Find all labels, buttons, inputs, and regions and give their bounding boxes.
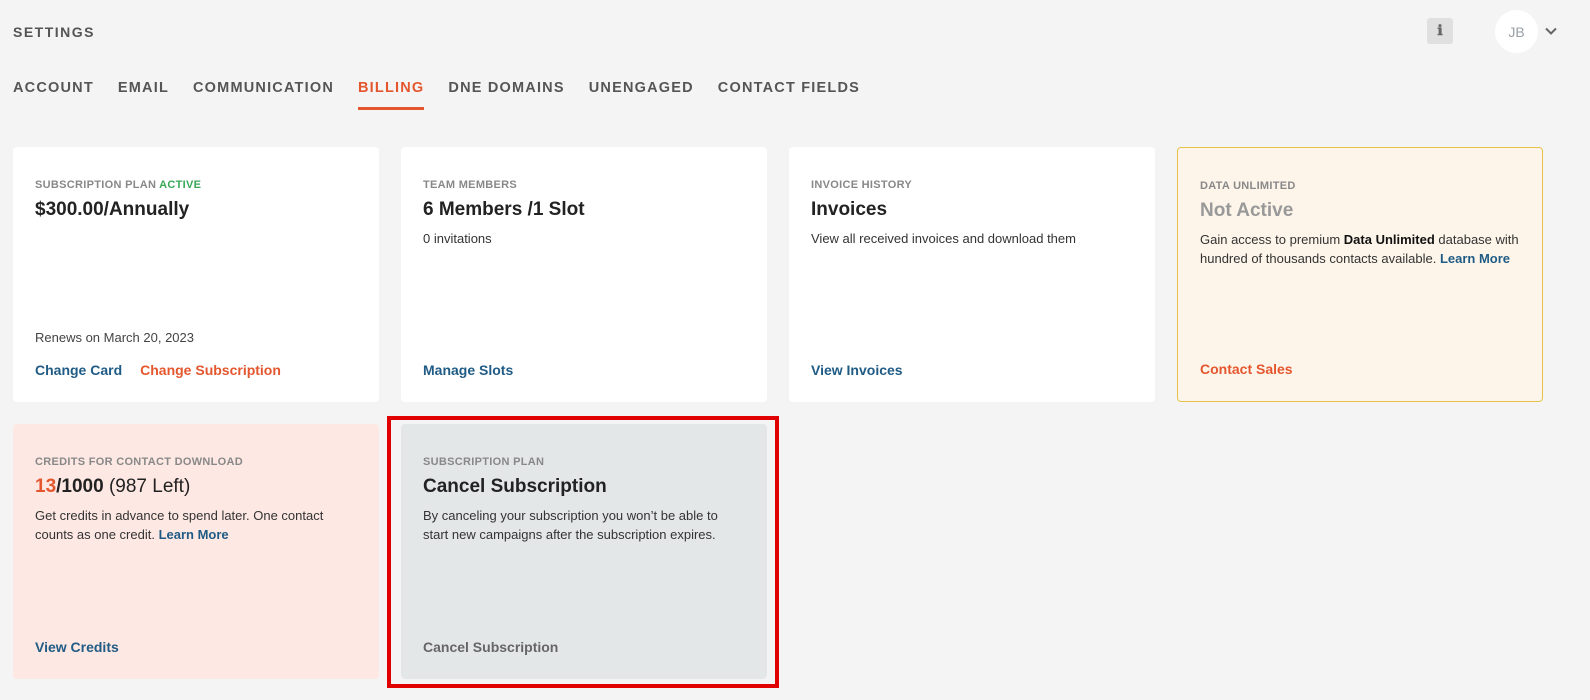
credits-description: Get credits in advance to spend later. O… (35, 508, 324, 542)
tab-contact-fields[interactable]: CONTACT FIELDS (718, 80, 860, 110)
view-credits-link[interactable]: View Credits (35, 639, 119, 655)
invoice-history-card: INVOICE HISTORY Invoices View all receiv… (789, 147, 1155, 402)
card-label: TEAM MEMBERS (423, 179, 518, 191)
tab-email[interactable]: EMAIL (118, 80, 169, 110)
change-subscription-link[interactable]: Change Subscription (140, 362, 281, 378)
page-title: SETTINGS (13, 24, 96, 40)
credits-count: 13/1000 (987 Left) (35, 476, 191, 497)
tab-unengaged[interactable]: UNENGAGED (589, 80, 694, 110)
tab-account[interactable]: ACCOUNT (13, 80, 94, 110)
chevron-down-icon[interactable] (1544, 24, 1558, 38)
data-unlimited-status: Not Active (1200, 200, 1294, 221)
info-button[interactable]: ℹ (1427, 18, 1453, 44)
cancel-subscription-heading: Cancel Subscription (423, 476, 607, 497)
cancel-subscription-description: By canceling your subscription you won’t… (423, 508, 718, 542)
invitations-count: 0 invitations (423, 231, 492, 246)
contact-sales-link[interactable]: Contact Sales (1200, 361, 1293, 377)
card-label: SUBSCRIPTION PLAN ACTIVE (35, 179, 202, 191)
invoices-description: View all received invoices and download … (811, 231, 1076, 246)
tab-dne-domains[interactable]: DNE DOMAINS (448, 80, 564, 110)
status-badge: ACTIVE (159, 179, 202, 191)
avatar[interactable]: JB (1495, 10, 1538, 53)
learn-more-link[interactable]: Learn More (1440, 251, 1510, 266)
learn-more-link[interactable]: Learn More (159, 527, 229, 542)
subscription-plan-card: SUBSCRIPTION PLAN ACTIVE $300.00/Annuall… (13, 147, 379, 402)
renewal-date: Renews on March 20, 2023 (35, 330, 194, 345)
data-unlimited-card: DATA UNLIMITED Not Active Gain access to… (1177, 147, 1543, 402)
card-label: INVOICE HISTORY (811, 179, 913, 191)
change-card-link[interactable]: Change Card (35, 362, 122, 378)
team-members-count: 6 Members /1 Slot (423, 199, 585, 220)
tab-billing[interactable]: BILLING (358, 80, 425, 110)
invoices-heading: Invoices (811, 199, 888, 220)
view-invoices-link[interactable]: View Invoices (811, 362, 903, 378)
card-label: SUBSCRIPTION PLAN (423, 456, 545, 468)
tab-communication[interactable]: COMMUNICATION (193, 80, 334, 110)
card-label: CREDITS FOR CONTACT DOWNLOAD (35, 456, 244, 468)
card-label: DATA UNLIMITED (1200, 180, 1296, 192)
cancel-subscription-card: SUBSCRIPTION PLAN Cancel Subscription By… (401, 424, 767, 679)
settings-tabs: ACCOUNT EMAIL COMMUNICATION BILLING DNE … (13, 80, 860, 110)
cancel-subscription-link[interactable]: Cancel Subscription (423, 639, 558, 655)
subscription-price: $300.00/Annually (35, 199, 190, 220)
info-icon: ℹ (1437, 23, 1443, 39)
credits-card: CREDITS FOR CONTACT DOWNLOAD 13/1000 (98… (13, 424, 379, 679)
manage-slots-link[interactable]: Manage Slots (423, 362, 513, 378)
data-unlimited-description: Gain access to premium Data Unlimited da… (1200, 232, 1519, 266)
team-members-card: TEAM MEMBERS 6 Members /1 Slot 0 invitat… (401, 147, 767, 402)
